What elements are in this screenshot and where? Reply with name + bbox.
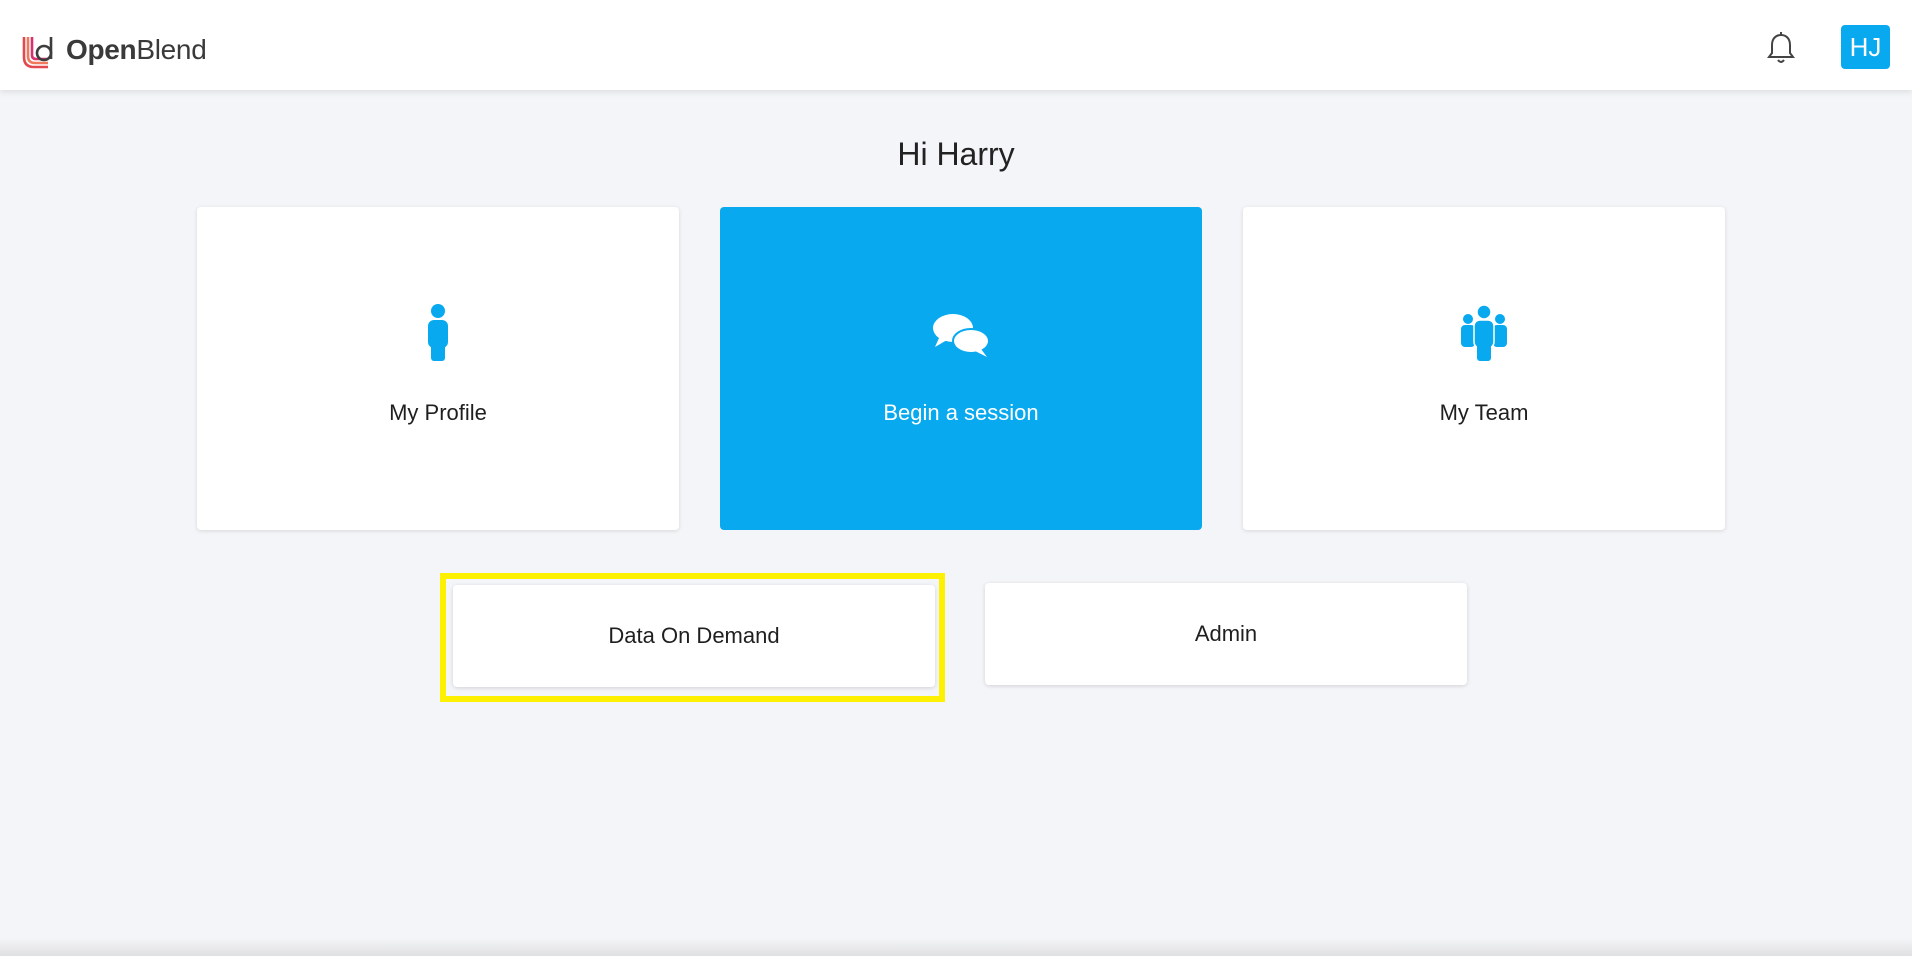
team-icon <box>1461 304 1507 361</box>
my-profile-card[interactable]: My Profile <box>197 207 679 530</box>
begin-session-card[interactable]: Begin a session <box>720 207 1202 530</box>
user-avatar[interactable]: HJ <box>1841 25 1890 69</box>
data-on-demand-card[interactable]: Data On Demand <box>453 585 935 687</box>
chat-bubbles-icon <box>933 314 990 357</box>
openblend-logo-icon <box>22 37 53 69</box>
data-on-demand-label: Data On Demand <box>608 623 780 648</box>
admin-card[interactable]: Admin <box>985 583 1467 685</box>
bottom-edge-shadow <box>0 938 1912 956</box>
notification-bell-icon[interactable] <box>1762 30 1800 68</box>
greeting-heading: Hi Harry <box>897 136 1015 172</box>
logo-text-blend: Blend <box>136 34 207 65</box>
top-nav-bar: OpenBlend HJ <box>0 0 1912 90</box>
admin-label: Admin <box>1194 621 1258 646</box>
my-team-card[interactable]: My Team <box>1243 207 1725 530</box>
begin-session-label: Begin a session <box>883 400 1039 425</box>
my-profile-label: My Profile <box>389 400 487 425</box>
logo-text-open: Open <box>66 34 137 65</box>
logo-wordmark: OpenBlend <box>66 34 207 66</box>
my-team-label: My Team <box>1439 400 1529 425</box>
person-icon <box>428 304 448 361</box>
openblend-logo[interactable]: OpenBlend <box>18 28 207 72</box>
